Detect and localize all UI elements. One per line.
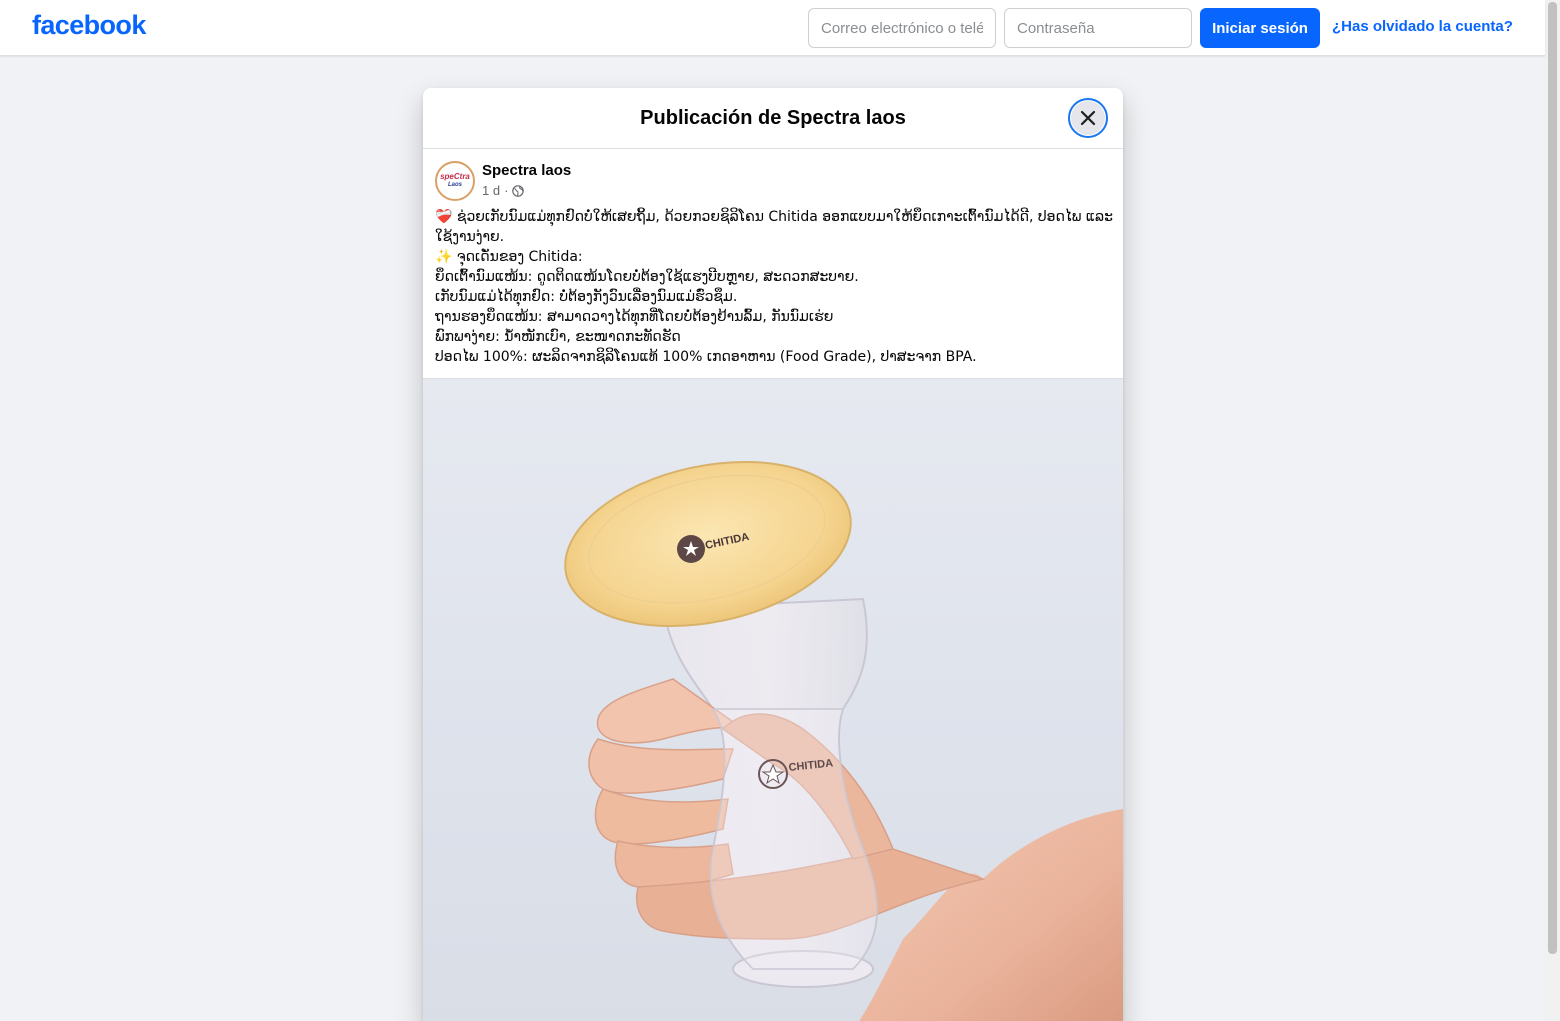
post-time[interactable]: 1 d [482,183,500,198]
password-field[interactable] [1004,8,1192,48]
meta-separator: · [504,183,509,198]
post-line: ພົກພາງ່າຍ: ນ້ຳໜັກເບົາ, ຂະໜາດກະທັດຮັດ [435,329,681,345]
post-line: ຖານຮອງຍຶດແໜ້ນ: ສາມາດວາງໄດ້ທຸກທີ່ໂດຍບໍ່ຕ້… [435,309,834,325]
post-line: ❤️‍🩹 ຊ່ວຍເກັບນົມແມ່ທຸກຢົດບໍ່ໃຫ້ເສຍຖິ້ມ, … [435,209,1113,245]
post-line: ຍຶດເຕົ້ານົມແໜ້ນ: ດູດຕິດແໜ້ນໂດຍບໍ່ຕ້ອງໃຊ້… [435,269,859,285]
close-icon [1080,110,1096,126]
forgot-account-link[interactable]: ¿Has olvidado la cuenta? [1332,18,1513,35]
post-dialog: Publicación de Spectra laos speCtra Laos… [423,88,1123,1021]
post-photo[interactable]: CHITIDA CHITIDA [423,378,1123,1021]
email-field[interactable] [808,8,996,48]
post-line: ✨ ຈຸດເດັ່ນຂອງ Chitida: [435,249,583,265]
login-button[interactable]: Iniciar sesión [1200,8,1320,48]
avatar-brand-text: speCtra [440,172,470,181]
scrollbar-thumb[interactable] [1548,2,1557,954]
close-button[interactable] [1068,98,1108,138]
post-line: ເກັບນົມແມ່ໄດ້ທຸກຢົດ: ບໍ່ຕ້ອງກັງວົນເລື່ອງ… [435,289,738,305]
globe-icon [512,184,525,197]
dialog-header: Publicación de Spectra laos [423,88,1123,149]
post-meta: 1 d · [482,183,525,198]
dialog-title: Publicación de Spectra laos [640,107,906,129]
post-text: ❤️‍🩹 ຊ່ວຍເກັບນົມແມ່ທຸກຢົດບໍ່ໃຫ້ເສຍຖິ້ມ, … [435,207,1115,367]
avatar-sub-text: Laos [447,182,462,188]
breast-pump-photo: CHITIDA CHITIDA [564,460,1123,1021]
avatar[interactable]: speCtra Laos [435,161,475,201]
facebook-logo[interactable]: facebook [32,10,146,41]
post-author[interactable]: Spectra laos [482,162,571,179]
post-line: ປອດໄພ 100%: ຜະລິດຈາກຊິລິໂຄນແທ້ 100% ເກດອ… [435,349,977,365]
top-bar: facebook Iniciar sesión ¿Has olvidado la… [0,0,1545,56]
